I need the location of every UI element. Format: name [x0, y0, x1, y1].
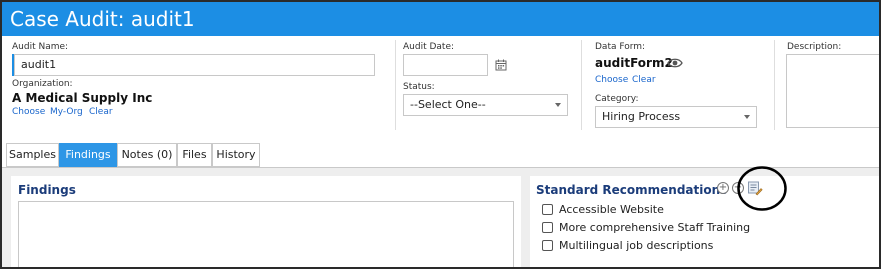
- status-selected-value: --Select One--: [410, 98, 486, 111]
- data-form-value: auditForm2: [595, 56, 673, 70]
- data-form-label: Data Form:: [595, 42, 646, 52]
- audit-name-input[interactable]: audit1: [14, 54, 375, 76]
- recommendation-label: More comprehensive Staff Training: [559, 221, 751, 234]
- description-label: Description:: [787, 42, 842, 52]
- calendar-icon[interactable]: [495, 59, 507, 71]
- organization-value: A Medical Supply Inc: [12, 91, 153, 105]
- tab-findings[interactable]: Findings: [59, 143, 117, 167]
- category-select[interactable]: Hiring Process: [595, 106, 757, 128]
- column-divider: [774, 40, 775, 130]
- checkbox-multilingual-job-descriptions[interactable]: [542, 240, 553, 251]
- chevron-down-icon: [555, 103, 561, 107]
- recommendations-title: Standard Recommendations: [536, 183, 728, 197]
- column-divider: [395, 40, 396, 130]
- findings-title: Findings: [18, 183, 76, 197]
- status-select[interactable]: --Select One--: [403, 94, 568, 116]
- category-label: Category:: [595, 94, 639, 104]
- organization-clear-link[interactable]: Clear: [89, 107, 113, 117]
- tab-history[interactable]: History: [212, 143, 260, 167]
- organization-label: Organization:: [12, 79, 73, 89]
- organization-choose-link[interactable]: Choose: [12, 107, 45, 117]
- add-circle-icon[interactable]: +: [717, 182, 729, 194]
- checkbox-accessible-website[interactable]: [542, 204, 553, 215]
- eye-icon[interactable]: [667, 57, 683, 69]
- case-audit-window: Case Audit: audit1 Audit Name: audit1 Or…: [0, 0, 881, 269]
- recommendation-label: Multilingual job descriptions: [559, 239, 714, 252]
- recommendation-label: Accessible Website: [559, 203, 664, 216]
- checkbox-staff-training[interactable]: [542, 222, 553, 233]
- audit-date-input[interactable]: [403, 54, 488, 76]
- window-title: Case Audit: audit1: [2, 2, 879, 36]
- organization-my-org-link[interactable]: My-Org: [50, 107, 83, 117]
- findings-textarea[interactable]: [18, 201, 514, 267]
- audit-date-label: Audit Date:: [403, 42, 455, 52]
- data-form-choose-link[interactable]: Choose: [595, 75, 628, 85]
- chevron-down-icon: [744, 115, 750, 119]
- column-divider: [581, 40, 582, 130]
- status-label: Status:: [403, 82, 435, 92]
- tab-notes[interactable]: Notes (0): [117, 143, 177, 167]
- description-textarea[interactable]: [786, 54, 879, 128]
- audit-name-label: Audit Name:: [12, 42, 69, 52]
- highlight-circle-annotation: [737, 166, 787, 211]
- tab-files[interactable]: Files: [177, 143, 212, 167]
- tab-samples[interactable]: Samples: [6, 143, 59, 167]
- category-selected-value: Hiring Process: [602, 110, 681, 123]
- data-form-clear-link[interactable]: Clear: [632, 75, 656, 85]
